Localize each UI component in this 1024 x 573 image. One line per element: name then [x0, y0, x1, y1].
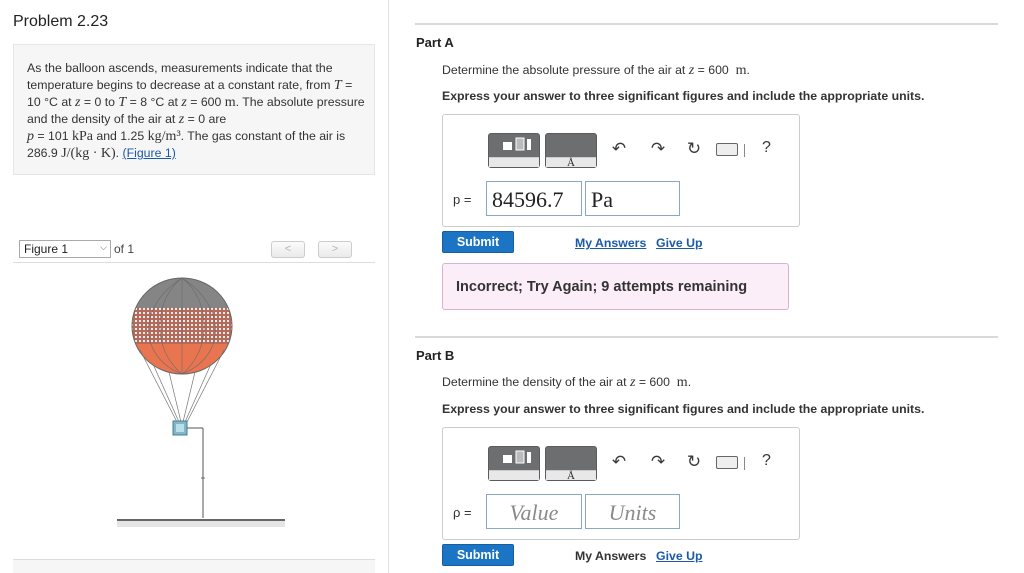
units-button[interactable]: Å — [545, 133, 597, 169]
units-button[interactable]: Å — [545, 446, 597, 482]
part-a-my-answers-link[interactable]: My Answers — [575, 236, 646, 250]
help-icon[interactable]: ? — [762, 139, 771, 157]
value-input[interactable]: 84596.7 — [486, 181, 582, 216]
problem-text: at — [57, 95, 75, 109]
problem-statement-box: As the balloon ascends, measurements ind… — [13, 44, 375, 175]
problem-text: = 8 °C — [126, 95, 165, 109]
figure-link[interactable]: (Figure 1) — [122, 146, 175, 160]
ground — [117, 521, 285, 527]
unit: J/(kg · K) — [61, 146, 116, 161]
undo-icon[interactable]: ↶ — [606, 448, 632, 476]
templates-button[interactable] — [488, 446, 540, 481]
math-toolbar: Å ↶ ↷ ↻ ? — [486, 131, 781, 170]
question-text: Determine the absolute pressure of the a… — [442, 63, 689, 77]
math-symbol: p — [27, 129, 34, 144]
part-a-submit-button[interactable]: Submit — [442, 231, 514, 253]
angstrom-icon: Å — [546, 157, 596, 169]
redo-icon[interactable]: ↷ — [645, 448, 671, 476]
figure-count: of 1 — [114, 242, 135, 256]
density-variable-label: ρ = — [453, 505, 472, 520]
part-b-instructions: Express your answer to three significant… — [442, 402, 925, 416]
divider — [415, 23, 998, 25]
problem-statement: As the balloon ascends, measurements ind… — [27, 60, 367, 162]
unit: kPa — [71, 129, 93, 144]
figure-select[interactable]: Figure 1 ⌵ — [19, 240, 111, 258]
units-input[interactable]: Pa — [585, 181, 680, 216]
separator — [744, 144, 745, 157]
reset-icon[interactable]: ↻ — [681, 135, 707, 163]
part-b-question: Determine the density of the air at z = … — [442, 375, 691, 391]
part-a-answer-box: Å ↶ ↷ ↻ ? p = 84596.7 Pa — [442, 114, 800, 227]
angstrom-icon: Å — [546, 470, 596, 482]
problem-text: at — [164, 95, 182, 109]
unit: m — [735, 63, 747, 78]
unit: m — [676, 375, 688, 390]
part-a-title: Part A — [416, 35, 454, 50]
question-text: . — [687, 375, 692, 389]
pressure-variable-label: p = — [453, 192, 472, 207]
previous-figure-button[interactable]: < — [271, 241, 305, 258]
problem-text: = 0 are — [184, 112, 227, 126]
balloon-envelope — [132, 278, 232, 374]
answer-panel: Part A Determine the absolute pressure o… — [390, 0, 1024, 573]
keyboard-icon[interactable] — [716, 456, 738, 469]
part-b-answer-box: Å ↶ ↷ ↻ ? ρ = Value Units — [442, 427, 800, 540]
problem-text: = 101 — [34, 129, 69, 143]
math-symbol: T — [333, 78, 342, 93]
question-text: . — [746, 63, 750, 77]
templates-button[interactable] — [488, 133, 540, 168]
feedback-message: Incorrect; Try Again; 9 attempts remaini… — [442, 263, 789, 310]
part-a-question: Determine the absolute pressure of the a… — [442, 63, 750, 79]
unit: m — [224, 95, 236, 110]
panel-footer — [13, 559, 375, 573]
value-input[interactable]: Value — [486, 494, 582, 529]
question-text: Determine the density of the air at — [442, 375, 630, 389]
separator — [744, 457, 745, 470]
figure-navigation: Figure 1 ⌵ of 1 < > — [13, 236, 375, 263]
part-b-my-answers-link[interactable]: My Answers — [575, 549, 646, 563]
problem-text: As the balloon ascends, measurements ind… — [27, 61, 334, 92]
balloon-figure — [95, 268, 315, 538]
unit: kg/m³ — [147, 129, 181, 144]
undo-icon[interactable]: ↶ — [606, 135, 632, 163]
divider — [415, 336, 998, 338]
part-a-instructions: Express your answer to three significant… — [442, 89, 925, 103]
balloon-illustration — [117, 277, 285, 527]
part-a-give-up-link[interactable]: Give Up — [656, 236, 702, 250]
part-b-give-up-link[interactable]: Give Up — [656, 549, 702, 563]
question-text: = 600 — [635, 375, 670, 389]
problem-text: and 1.25 — [92, 129, 145, 143]
next-figure-button[interactable]: > — [318, 241, 352, 258]
part-b-submit-button[interactable]: Submit — [442, 544, 514, 566]
problem-panel: Problem 2.23 As the balloon ascends, mea… — [0, 0, 389, 573]
math-toolbar: Å ↶ ↷ ↻ ? — [486, 444, 781, 483]
figure-select-value: Figure 1 — [24, 242, 69, 256]
help-icon[interactable]: ? — [762, 452, 771, 470]
problem-title: Problem 2.23 — [13, 13, 109, 30]
reset-icon[interactable]: ↻ — [681, 448, 707, 476]
problem-text: = 0 to — [80, 95, 119, 109]
redo-icon[interactable]: ↷ — [645, 135, 671, 163]
chevron-down-icon: ⌵ — [100, 242, 107, 252]
question-text: = 600 — [694, 63, 729, 77]
template-icon — [503, 450, 531, 464]
template-icon — [503, 137, 531, 151]
part-b-title: Part B — [416, 348, 455, 363]
problem-text: = 600 — [186, 95, 222, 109]
units-input[interactable]: Units — [585, 494, 680, 529]
keyboard-icon[interactable] — [716, 143, 738, 156]
